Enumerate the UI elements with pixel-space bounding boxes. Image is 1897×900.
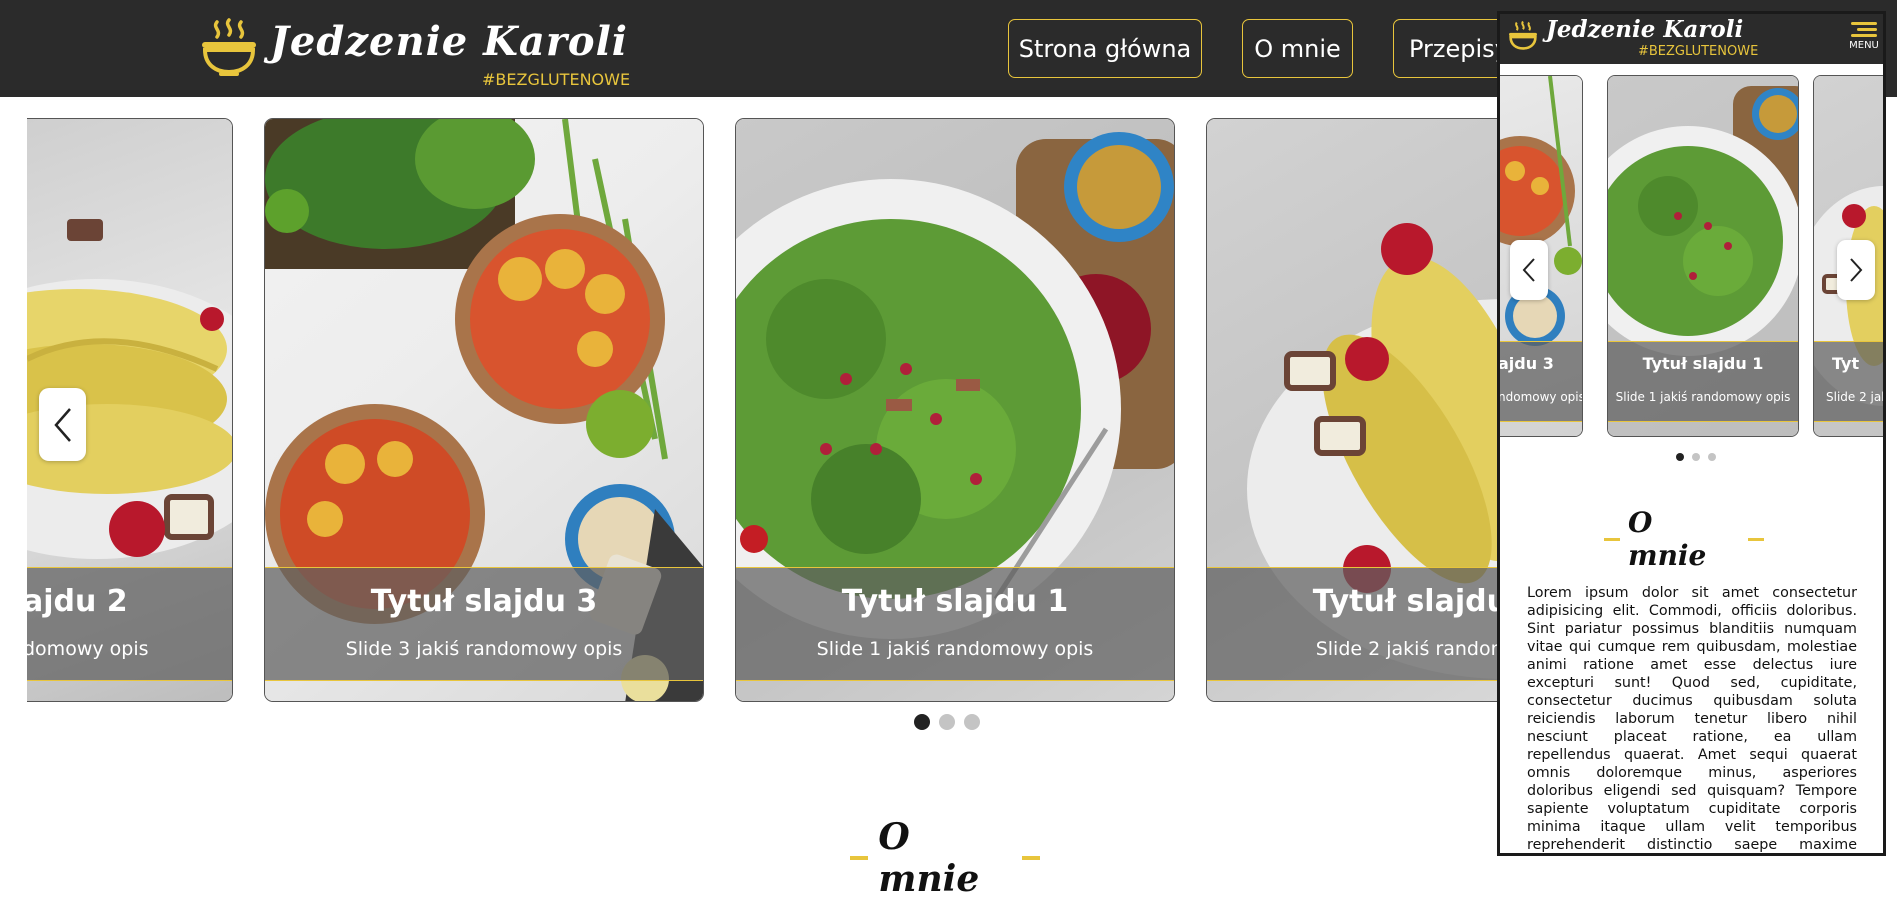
carousel-dot-1[interactable] (914, 714, 930, 730)
bowl-logo-icon[interactable] (200, 18, 258, 78)
mobile-menu-button[interactable]: MENU (1848, 19, 1880, 59)
mobile-carousel-dot-2[interactable] (1692, 453, 1700, 461)
slide-title: Tytuł slajdu 3 (370, 584, 598, 619)
mobile-carousel-prev-button[interactable] (1510, 240, 1548, 300)
slide-description: ndomowy opis (1500, 390, 1583, 404)
about-heading: O mnie (850, 816, 1040, 900)
mobile-logo-tagline: #BEZGLUTENOWE (1638, 44, 1759, 59)
heading-dash-left (1604, 537, 1620, 541)
carousel-prev-button[interactable] (39, 388, 86, 461)
heading-dash-right (1021, 856, 1040, 860)
slide-caption: Tyt Slide 2 jak (1814, 341, 1886, 422)
carousel-slide[interactable]: Tytuł slajdu 1 Slide 1 jakiś randomowy o… (735, 118, 1175, 702)
logo-tagline: #BEZGLUTENOWE (482, 70, 631, 89)
slide-title: Tyt (1832, 354, 1860, 373)
bowl-logo-icon[interactable] (1508, 20, 1538, 52)
chevron-left-icon (1522, 258, 1535, 282)
slide-description: Slide 1 jakiś randomowy opis (816, 638, 1094, 660)
nav-home-button[interactable]: Strona główna (1008, 19, 1202, 78)
heading-dash-right (1748, 537, 1764, 541)
slide-caption: Tytuł slajdu 3 Slide 3 jakiś randomowy o… (265, 567, 703, 681)
heading-dash-left (850, 856, 869, 860)
mobile-logo-title[interactable]: Jedzenie Karoli (1546, 16, 1743, 43)
mobile-carousel-dot-1[interactable] (1676, 453, 1684, 461)
mobile-header: Jedzenie Karoli #BEZGLUTENOWE MENU (1500, 14, 1883, 64)
slide-title: ajdu 3 (1500, 354, 1554, 373)
slide-description: Slide 3 jakiś randomowy opis (345, 638, 623, 660)
slide-title: ajdu 2 (27, 584, 128, 619)
mobile-about-heading: O mnie (1604, 506, 1764, 572)
nav-about-button[interactable]: O mnie (1242, 19, 1353, 78)
carousel-slide[interactable]: Tytuł slajdu 3 Slide 3 jakiś randomowy o… (264, 118, 704, 702)
slide-title: Tytuł slajdu 1 (1642, 354, 1764, 373)
slide-title: Tytuł slajdu 1 (841, 584, 1069, 619)
slide-caption: Tytuł slajdu 1 Slide 1 jakiś randomowy o… (1608, 341, 1798, 422)
slide-description: Slide 2 jak (1826, 390, 1886, 404)
slide-caption: ajdu 2 domowy opis (27, 567, 232, 681)
carousel-dot-3[interactable] (964, 714, 980, 730)
carousel-dot-2[interactable] (939, 714, 955, 730)
menu-label: MENU (1849, 40, 1879, 51)
mobile-carousel-dot-3[interactable] (1708, 453, 1716, 461)
chevron-left-icon (53, 407, 71, 442)
slide-description: domowy opis (27, 638, 149, 660)
mobile-carousel-slide[interactable]: Tytuł slajdu 1 Slide 1 jakiś randomowy o… (1607, 75, 1799, 437)
about-heading-text: O mnie (878, 816, 980, 900)
mobile-carousel-next-button[interactable] (1837, 240, 1875, 300)
hamburger-icon (1848, 22, 1880, 37)
chevron-right-icon (1850, 258, 1863, 282)
slide-caption: ajdu 3 ndomowy opis (1500, 341, 1582, 422)
logo-title[interactable]: Jedzenie Karoli (270, 18, 628, 65)
slide-description: Slide 1 jakiś randomowy opis (1615, 390, 1791, 404)
mobile-preview: Jedzenie Karoli #BEZGLUTENOWE MENU ajdu … (1497, 11, 1886, 856)
slide-caption: Tytuł slajdu 1 Slide 1 jakiś randomowy o… (736, 567, 1174, 681)
mobile-about-heading-text: O mnie (1627, 506, 1707, 572)
mobile-about-text: Lorem ipsum dolor sit amet consectetur a… (1527, 585, 1857, 853)
